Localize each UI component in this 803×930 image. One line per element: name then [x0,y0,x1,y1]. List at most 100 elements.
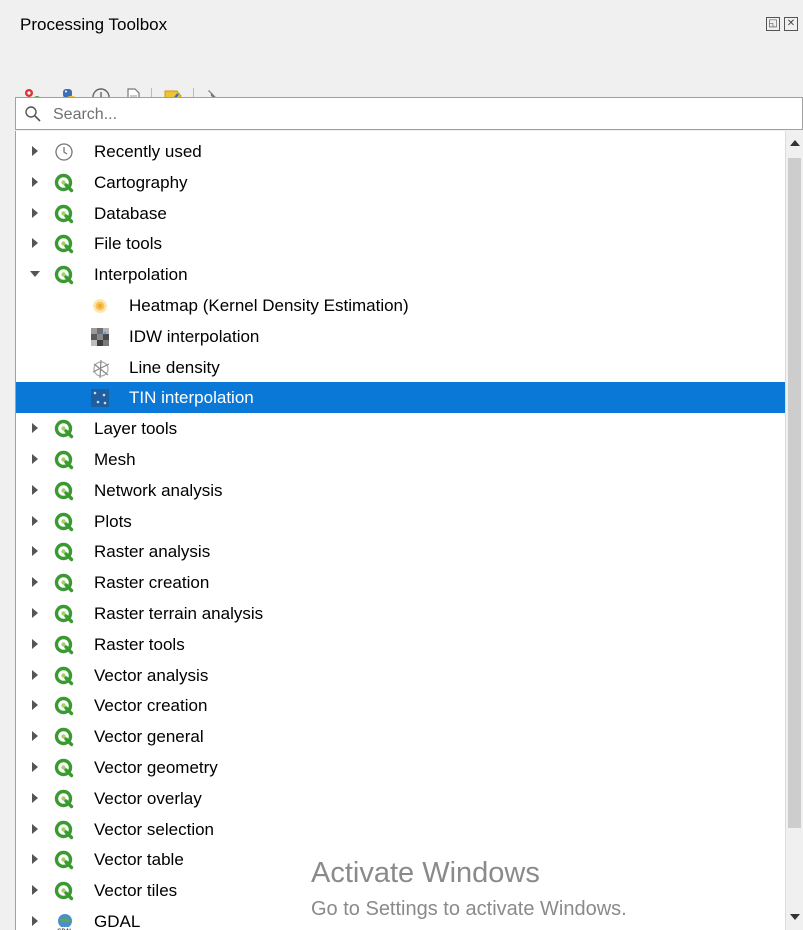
expand-arrow-right-icon[interactable] [32,546,38,557]
expand-arrow-right-icon[interactable] [32,577,38,588]
tree-item-label: Mesh [94,450,136,469]
tree-item-label: Layer tools [94,419,178,439]
tree-group[interactable]: Database [16,198,786,229]
tree-item-label: Vector analysis [94,665,209,685]
expand-arrow-right-icon[interactable] [32,207,38,218]
tree-group[interactable]: File tools [16,228,786,259]
expand-arrow-right-icon[interactable] [32,515,38,526]
tree-item-label: Heatmap (Kernel Density Estimation) [129,296,409,315]
panel-title: Processing Toolbox [20,15,168,34]
scroll-up-icon[interactable] [790,140,800,146]
gdal-icon: GDAL [54,912,74,930]
qgis-icon [54,727,74,747]
tree-group[interactable]: Vector analysis [16,660,786,691]
expand-arrow-down-icon[interactable] [30,271,40,278]
tree-algorithm[interactable]: TIN interpolation [16,382,786,414]
tree-group[interactable]: Vector geometry [16,752,786,783]
tree-item-label: Interpolation [94,265,188,285]
qgis-icon [54,789,74,809]
qgis-icon [54,512,74,532]
clock-icon [54,142,74,162]
expand-arrow-right-icon[interactable] [32,762,38,772]
qgis-icon [54,758,74,778]
tree-item-label: Vector general [94,727,204,747]
expand-arrow-right-icon[interactable] [32,854,38,865]
qgis-icon [54,204,74,224]
tree-group[interactable]: Vector table [16,844,786,875]
tree-group[interactable]: Recently used [16,136,786,167]
tree-item-label: TIN interpolation [129,388,254,408]
qgis-icon [54,604,74,624]
qgis-icon [54,696,74,716]
expand-arrow-right-icon[interactable] [32,146,38,156]
tree-item-label: Vector table [94,850,184,870]
scrollbar-thumb[interactable] [788,158,801,828]
expand-arrow-right-icon[interactable] [32,176,38,187]
tree-group[interactable]: GDAL GDAL [16,906,786,930]
search-input[interactable] [51,104,655,126]
panel-titlebar: Processing Toolbox ◱ ✕ [0,0,803,50]
tree-item-label: Raster terrain analysis [94,604,264,623]
idw-icon [90,327,110,347]
expand-arrow-right-icon[interactable] [32,700,38,711]
expand-arrow-right-icon[interactable] [32,238,38,249]
tree-algorithm[interactable]: Heatmap (Kernel Density Estimation) [16,290,786,321]
tree-group[interactable]: Mesh [16,444,786,475]
tree-item-label: Vector creation [94,696,208,716]
tree-group[interactable]: Raster analysis [16,536,786,567]
expand-arrow-right-icon[interactable] [32,423,38,434]
tree-group[interactable]: Vector creation [16,690,786,721]
qgis-icon [54,850,74,870]
qgis-icon [54,820,74,840]
expand-arrow-right-icon[interactable] [32,792,38,803]
tree-item-label: Vector geometry [94,758,218,777]
tree-algorithm[interactable]: Line density [16,352,786,383]
tree-group[interactable]: Raster creation [16,567,786,598]
tree-group[interactable]: Raster terrain analysis [16,598,786,629]
tree-item-label: Line density [129,357,220,377]
expand-arrow-right-icon[interactable] [32,638,38,649]
tree-item-label: Network analysis [94,480,223,500]
expand-arrow-right-icon[interactable] [32,484,38,495]
tree-group[interactable]: Vector general [16,721,786,752]
qgis-icon [54,173,74,193]
expand-arrow-right-icon[interactable] [32,731,38,742]
expand-arrow-right-icon[interactable] [32,916,38,926]
tree-item-label: File tools [94,234,163,254]
expand-arrow-right-icon[interactable] [32,454,38,464]
tree-group[interactable]: Vector tiles [16,875,786,906]
tree-group[interactable]: Plots [16,506,786,537]
tree-group[interactable]: Layer tools [16,413,786,444]
expand-arrow-right-icon[interactable] [32,669,38,680]
tree-item-label: Database [94,203,167,223]
tree-group[interactable]: Interpolation [16,259,786,290]
qgis-icon [54,573,74,593]
qgis-icon [54,481,74,501]
close-panel-icon[interactable]: ✕ [784,17,798,31]
qgis-icon [54,666,74,686]
tin-icon [90,388,110,408]
tree-group[interactable]: Vector overlay [16,783,786,814]
tree-group[interactable]: Cartography [16,167,786,198]
tree-group[interactable]: Vector selection [16,814,786,845]
tree-item-label: Raster creation [94,573,210,593]
vertical-scrollbar[interactable] [785,131,803,930]
expand-arrow-right-icon[interactable] [32,608,38,618]
qgis-icon [54,419,74,439]
float-panel-icon[interactable]: ◱ [766,17,780,31]
tree-group[interactable]: Raster tools [16,629,786,660]
tree-item-label: Vector tiles [94,881,178,901]
heatmap-icon [90,296,110,316]
expand-arrow-right-icon[interactable] [32,823,38,834]
scroll-down-icon[interactable] [790,914,800,920]
search-box[interactable] [15,97,803,130]
qgis-icon [54,450,74,470]
tree-item-label: Cartography [94,172,188,192]
search-icon [25,106,41,122]
tree-item-label: Plots [94,511,132,531]
tree-algorithm[interactable]: IDW interpolation [16,321,786,352]
tree-item-label: Vector selection [94,819,215,839]
tree-group[interactable]: Network analysis [16,475,786,506]
expand-arrow-right-icon[interactable] [32,885,38,896]
tree-item-label: IDW interpolation [129,326,260,346]
